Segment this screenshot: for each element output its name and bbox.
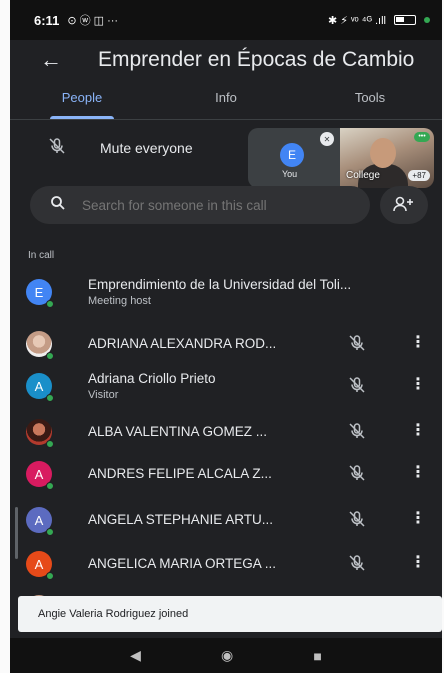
online-status-dot: [46, 440, 54, 448]
participant-row[interactable]: A ANGELA STEPHANIE ARTU... ⋮: [10, 500, 442, 540]
mute-participant-icon[interactable]: [348, 334, 366, 355]
participant-name: ALBA VALENTINA GOMEZ ...: [88, 424, 268, 439]
mic-off-icon: ✕: [320, 132, 334, 146]
participant-name: Adriana Criollo Prieto: [88, 371, 216, 386]
online-status-dot: [46, 394, 54, 402]
more-options-icon[interactable]: ⋮: [410, 462, 426, 482]
online-status-dot: [46, 572, 54, 580]
mute-participant-icon[interactable]: [348, 510, 366, 531]
section-label-in-call: In call: [28, 250, 55, 261]
mute-everyone-button[interactable]: Mute everyone: [10, 128, 260, 168]
mic-off-icon: [48, 137, 88, 160]
toast-text: Angie Valeria Rodriguez joined: [38, 608, 189, 620]
more-options-icon[interactable]: ⋮: [410, 420, 426, 440]
nav-recents-icon[interactable]: ■: [313, 648, 321, 664]
nav-home-icon[interactable]: ◉: [221, 647, 233, 664]
online-status-dot: [46, 352, 54, 360]
participant-name: Emprendimiento de la Universidad del Tol…: [88, 277, 352, 292]
more-options-icon[interactable]: ⋮: [410, 374, 426, 394]
participant-name: ANGELA STEPHANIE ARTU...: [88, 512, 274, 527]
mute-participant-icon[interactable]: [348, 422, 366, 443]
more-options-icon[interactable]: ⋮: [410, 332, 426, 352]
tile-college[interactable]: ••• College +87: [340, 128, 434, 188]
participant-role: Meeting host: [88, 295, 151, 307]
join-toast: Angie Valeria Rodriguez joined: [18, 596, 442, 632]
participant-role: Visitor: [88, 389, 119, 401]
participant-name: ANDRES FELIPE ALCALA Z...: [88, 466, 272, 481]
mute-participant-icon[interactable]: [348, 554, 366, 575]
tab-people[interactable]: People: [10, 84, 154, 119]
more-options-icon[interactable]: ⋮: [410, 552, 426, 572]
search-bar[interactable]: [30, 186, 370, 224]
search-icon: [50, 195, 66, 215]
scrollbar[interactable]: [15, 507, 18, 559]
add-person-button[interactable]: [380, 186, 428, 224]
tile-college-label: College: [346, 170, 380, 181]
tile-you[interactable]: E You ✕: [248, 128, 340, 188]
app-header: ← Emprender en Épocas de Cambio: [10, 40, 442, 80]
more-options-icon[interactable]: ⋮: [410, 508, 426, 528]
online-status-dot: [46, 528, 54, 536]
tile-you-label: You: [282, 169, 298, 179]
status-time: 6:11: [34, 12, 60, 28]
search-input[interactable]: [82, 197, 332, 213]
mute-participant-icon[interactable]: [348, 376, 366, 397]
self-view-tiles[interactable]: E You ✕ ••• College +87: [248, 128, 434, 188]
tab-tools[interactable]: Tools: [298, 84, 442, 119]
avatar: E: [280, 143, 304, 167]
tab-bar: People Info Tools: [10, 84, 442, 120]
status-bar: 6:11 ⊙ ⓦ ◫ ··· ✱ ⚡ ᵛᵒ ⁴ᴳ .ıll: [10, 0, 442, 40]
add-person-icon: [393, 196, 415, 215]
participant-row[interactable]: ADRIANA ALEXANDRA ROD... ⋮: [10, 324, 442, 364]
participant-name: ANGELICA MARIA ORTEGA ...: [88, 556, 277, 571]
status-right-icons: ✱ ⚡ ᵛᵒ ⁴ᴳ .ıll: [328, 14, 430, 27]
participant-row[interactable]: A ANDRES FELIPE ALCALA Z... ⋮: [10, 454, 442, 494]
tab-info[interactable]: Info: [154, 84, 298, 119]
mute-participant-icon[interactable]: [348, 464, 366, 485]
back-arrow-icon[interactable]: ←: [10, 47, 62, 73]
online-status-dot: [46, 300, 54, 308]
more-dots-icon: •••: [414, 132, 430, 142]
participant-row[interactable]: A Adriana Criollo Prieto Visitor ⋮: [10, 366, 442, 406]
phone-screen: 6:11 ⊙ ⓦ ◫ ··· ✱ ⚡ ᵛᵒ ⁴ᴳ .ıll ← Emprende…: [10, 0, 442, 673]
battery-icon: [394, 15, 416, 25]
online-status-dot: [46, 482, 54, 490]
status-left-icons: ⊙ ⓦ ◫ ···: [67, 15, 119, 27]
participant-row[interactable]: ALBA VALENTINA GOMEZ ... ⋮: [10, 412, 442, 452]
nav-back-icon[interactable]: ◀: [130, 647, 141, 664]
participant-count-badge: +87: [408, 170, 430, 181]
mute-everyone-label: Mute everyone: [100, 140, 193, 156]
video-person-face: [370, 138, 396, 168]
participant-row[interactable]: E Emprendimiento de la Universidad del To…: [10, 272, 442, 312]
participant-name: ADRIANA ALEXANDRA ROD...: [88, 336, 277, 351]
camera-indicator-icon: [424, 17, 430, 23]
system-nav-bar: ◀ ◉ ■: [10, 638, 442, 673]
participant-row[interactable]: A ANGELICA MARIA ORTEGA ... ⋮: [10, 544, 442, 584]
signal-icons: ✱ ⚡ ᵛᵒ ⁴ᴳ .ıll: [327, 14, 386, 27]
meeting-title: Emprender en Épocas de Cambio: [98, 48, 415, 71]
